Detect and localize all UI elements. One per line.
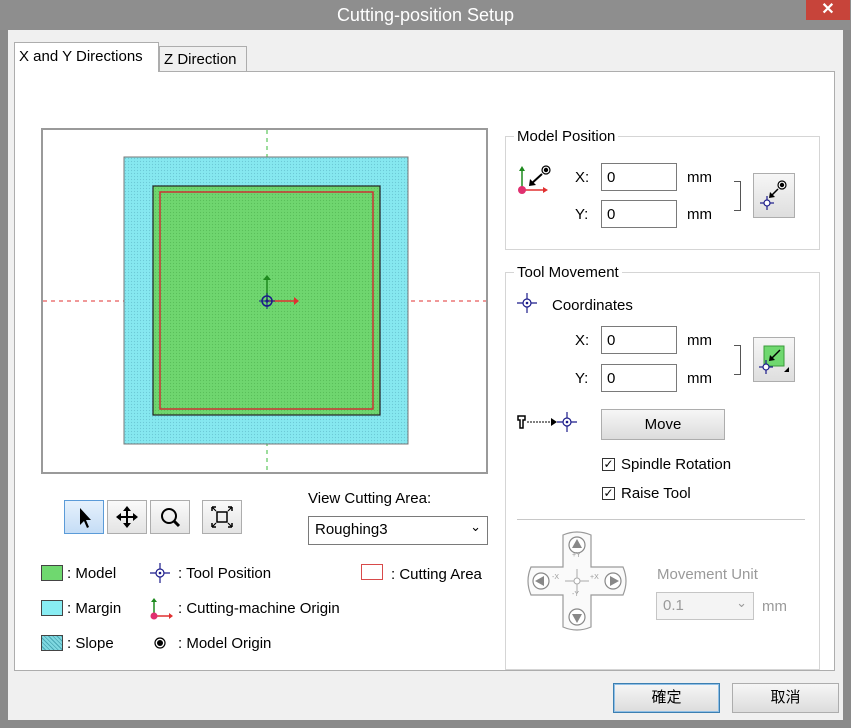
model-position-x-label: X:: [575, 169, 590, 186]
cancel-button[interactable]: 取消: [732, 683, 839, 713]
model-position-x-input[interactable]: [601, 163, 677, 191]
model-to-machine-icon: [518, 165, 551, 194]
tab-panel-xy: View Cutting Area: Roughing3 ⌄ : Model :…: [14, 71, 835, 671]
tool-coordinates-bracket: [734, 345, 741, 375]
move-tool-icon: [517, 412, 577, 432]
zoom-tool-button[interactable]: [150, 500, 190, 534]
view-cutting-area-select[interactable]: Roughing3 ⌄: [308, 516, 488, 545]
view-cutting-area-label: View Cutting Area:: [308, 490, 432, 507]
title-bar[interactable]: Cutting-position Setup ✕: [0, 0, 851, 30]
tool-position-icon: [150, 563, 170, 583]
tab-xy-label: X and Y Directions: [19, 48, 143, 65]
tool-x-unit: mm: [687, 332, 712, 349]
tool-x-input[interactable]: [601, 326, 677, 354]
legend-tool-position: : Tool Position: [178, 565, 272, 582]
model-position-y-unit: mm: [687, 206, 712, 223]
legend-cutting-area: : Cutting Area: [391, 566, 482, 583]
capture-position-icon: [759, 345, 789, 374]
close-button[interactable]: ✕: [806, 0, 850, 20]
fit-view-button[interactable]: [202, 500, 242, 534]
tool-y-input[interactable]: [601, 364, 677, 392]
move-button-label: Move: [644, 416, 682, 433]
model-position-y-input[interactable]: [601, 200, 677, 228]
legend-model: : Model: [67, 565, 117, 582]
legend-model-origin: : Model Origin: [178, 635, 272, 652]
cutting-preview-drawing: [43, 130, 486, 472]
tab-z-label: Z Direction: [164, 51, 237, 68]
chevron-down-icon: ⌄: [736, 595, 747, 610]
raise-tool-label[interactable]: Raise Tool: [621, 485, 691, 502]
coordinates-label: Coordinates: [552, 297, 633, 314]
pad-left-label: -X: [552, 574, 559, 581]
set-origin-icon: [760, 180, 787, 210]
legend-machine-origin: : Cutting-machine Origin: [178, 600, 340, 617]
model-origin-icon: [154, 637, 166, 649]
movement-unit-value: 0.1: [663, 597, 684, 614]
view-cutting-area-value: Roughing3: [315, 521, 388, 538]
tool-x-label: X:: [575, 332, 590, 349]
tool-y-unit: mm: [687, 370, 712, 387]
ok-button[interactable]: 確定: [613, 683, 720, 713]
ok-button-label: 確定: [651, 689, 682, 706]
dialog-title: Cutting-position Setup: [336, 5, 515, 25]
pan-tool-button[interactable]: [107, 500, 147, 534]
tab-z-direction[interactable]: Z Direction: [159, 46, 247, 72]
movement-unit-suffix: mm: [762, 598, 787, 615]
movement-unit-select[interactable]: 0.1 ⌄: [656, 592, 754, 620]
pan-icon: [116, 506, 138, 528]
model-position-title: Model Position: [514, 128, 619, 145]
fit-view-icon: [211, 506, 233, 528]
cutting-area-swatch: [361, 564, 383, 580]
coordinates-icon: [517, 293, 537, 313]
cutting-preview[interactable]: [41, 128, 488, 474]
spindle-rotation-checkbox[interactable]: ✓: [602, 458, 615, 471]
legend-slope: : Slope: [67, 635, 114, 652]
slope-swatch: [41, 635, 63, 651]
model-position-x-unit: mm: [687, 169, 712, 186]
zoom-icon: [161, 508, 181, 528]
margin-swatch: [41, 600, 63, 616]
cancel-button-label: 取消: [770, 689, 801, 706]
tab-xy-directions[interactable]: X and Y Directions: [14, 42, 159, 72]
chevron-down-icon: ⌄: [470, 519, 481, 534]
direction-pad[interactable]: [527, 531, 627, 631]
dialog-client-area: X and Y Directions Z Direction View Cutt…: [8, 30, 843, 720]
set-model-position-button[interactable]: [753, 173, 795, 218]
move-button[interactable]: Move: [601, 409, 725, 440]
model-swatch: [41, 565, 63, 581]
pad-down-label: -Y: [572, 591, 579, 598]
select-tool-button[interactable]: [64, 500, 104, 534]
machine-origin-icon: [150, 598, 173, 620]
model-position-bracket: [734, 181, 741, 211]
tool-y-label: Y:: [575, 370, 589, 387]
get-current-position-button[interactable]: [753, 337, 795, 382]
raise-tool-checkbox[interactable]: ✓: [602, 487, 615, 500]
tool-movement-title: Tool Movement: [514, 264, 622, 281]
tool-movement-divider: [517, 519, 805, 520]
model-position-y-label: Y:: [575, 206, 589, 223]
spindle-rotation-label[interactable]: Spindle Rotation: [621, 456, 731, 473]
pad-right-label: +X: [590, 574, 599, 581]
dialog-window: Cutting-position Setup ✕ X and Y Directi…: [0, 0, 851, 728]
legend-margin: : Margin: [67, 600, 122, 617]
pad-up-label: +Y: [572, 552, 581, 559]
select-arrow-icon: [80, 508, 91, 528]
close-icon: ✕: [821, 1, 835, 18]
movement-unit-label: Movement Unit: [657, 566, 758, 583]
